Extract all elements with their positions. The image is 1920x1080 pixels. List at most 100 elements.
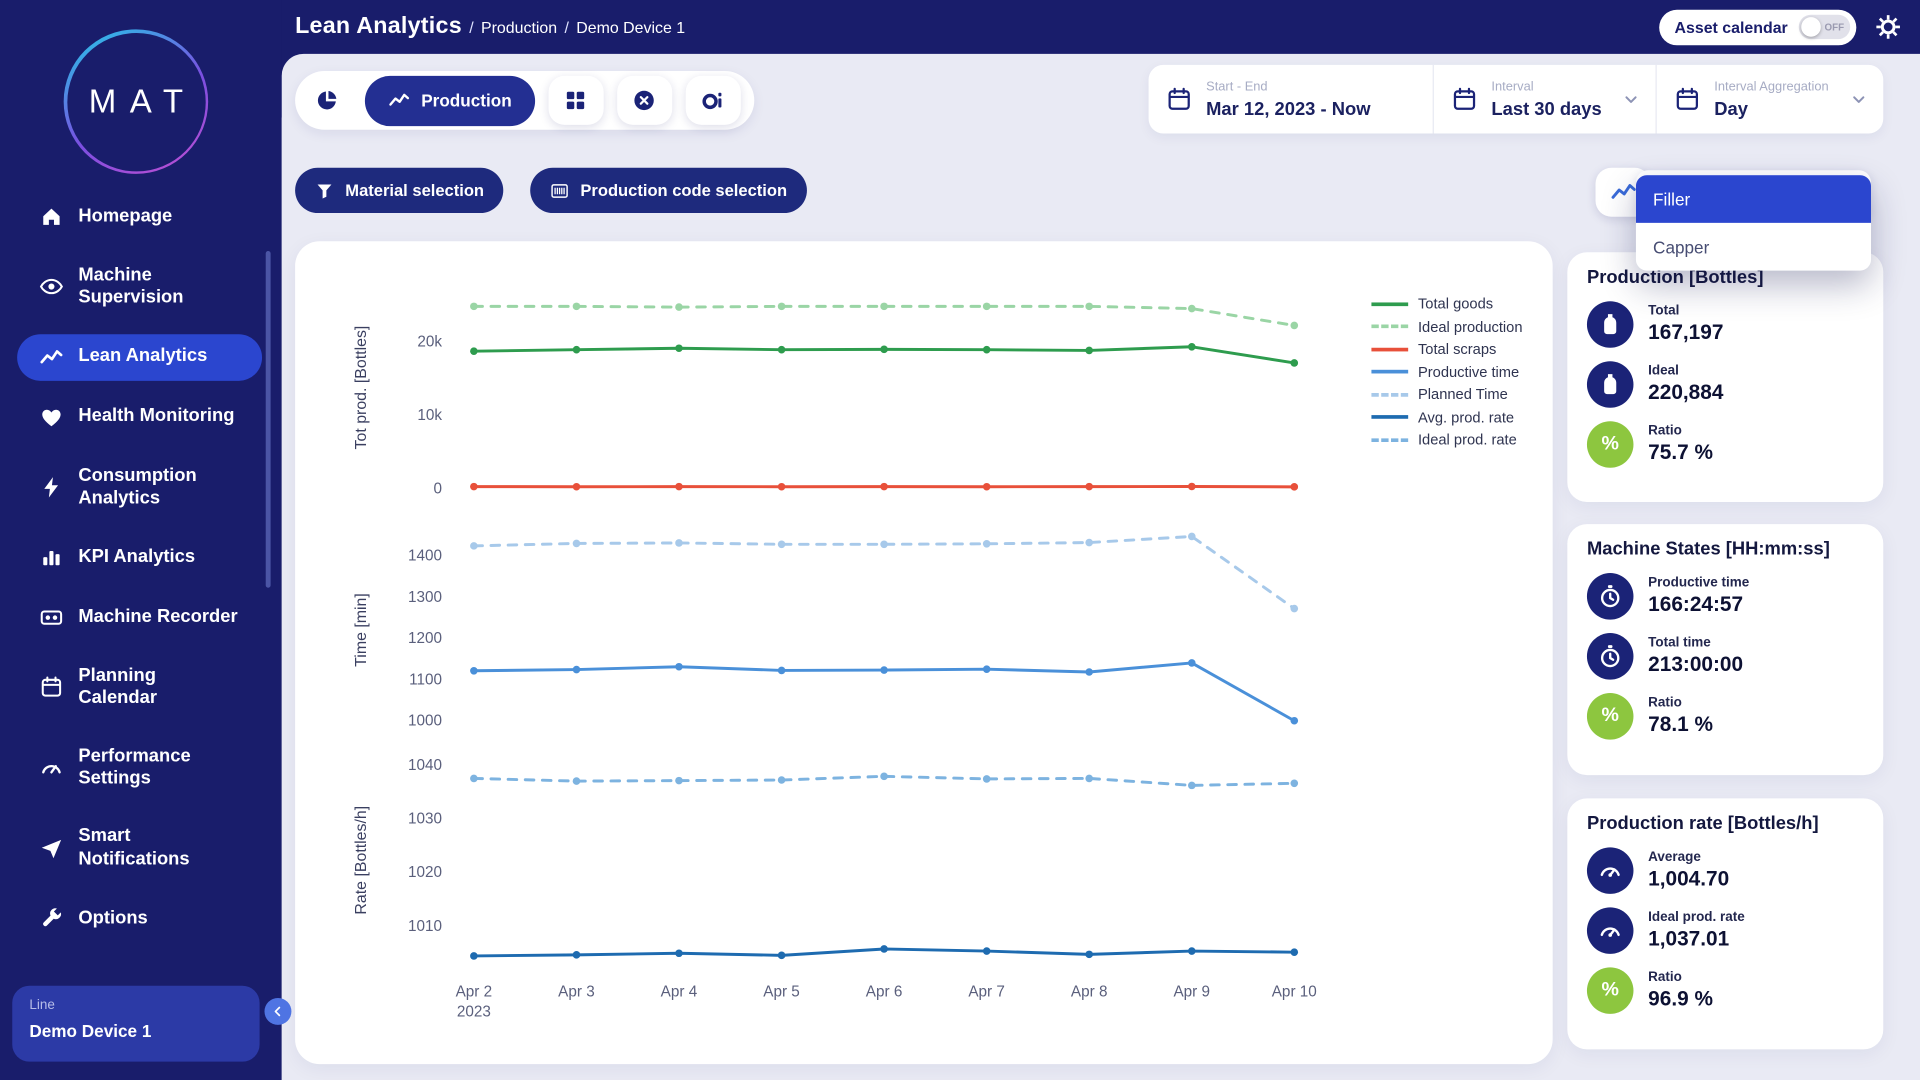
data-point-total-scraps — [470, 483, 478, 491]
sidebar-collapse-button[interactable] — [264, 998, 291, 1025]
aggregation-select[interactable]: Interval Aggregation Day — [1656, 65, 1884, 134]
data-point-planned-time — [675, 539, 683, 547]
breadcrumb-segment-production[interactable]: Production — [481, 18, 557, 36]
date-controls: Start - End Mar 12, 2023 - Now Interval … — [1149, 65, 1884, 134]
tick: 1030 — [408, 811, 442, 828]
grid-view-button[interactable] — [548, 76, 603, 125]
stat-row-ratio: %Ratio75.7 % — [1587, 421, 1864, 468]
dropdown-option-capper[interactable]: Capper — [1636, 223, 1871, 271]
dropdown-option-filler[interactable]: Filler — [1636, 175, 1871, 223]
data-point-total-goods — [1188, 343, 1196, 351]
data-point-total-scraps — [778, 483, 786, 491]
data-point-ideal-production — [1188, 305, 1196, 313]
legend-item-total-scraps: Total scraps — [1371, 340, 1522, 357]
production-tab-button[interactable]: Production — [365, 75, 535, 125]
sidebar-item-health-monitoring[interactable]: Health Monitoring — [17, 394, 262, 441]
sidebar-item-options[interactable]: Options — [17, 895, 262, 942]
sidebar-item-planning-calendar[interactable]: Planning Calendar — [17, 654, 262, 721]
start-end-picker[interactable]: Start - End Mar 12, 2023 - Now — [1149, 65, 1433, 134]
gear-icon — [1875, 13, 1902, 40]
stat-text: Total 167,197 — [1648, 304, 1723, 346]
xtick: Apr 4 — [661, 984, 698, 1001]
sidebar-item-label: Homepage — [78, 206, 172, 228]
data-point-total-scraps — [675, 483, 683, 491]
pie-chart-button[interactable] — [302, 76, 351, 125]
percent-glyph: % — [1601, 705, 1618, 727]
material-selection-label: Material selection — [345, 181, 484, 199]
interval-select[interactable]: Interval Last 30 days — [1433, 65, 1656, 134]
chartline-icon — [24, 345, 78, 369]
sidebar-item-kpi-analytics[interactable]: KPI Analytics — [17, 534, 262, 581]
tick: 1010 — [408, 918, 442, 935]
asset-calendar-switch[interactable]: OFF — [1799, 15, 1850, 39]
calendar-icon — [1166, 86, 1193, 113]
close-circle-button[interactable] — [617, 76, 672, 125]
legend-swatch — [1371, 438, 1408, 442]
data-point-total-scraps — [1085, 483, 1093, 491]
line-chart-icon — [388, 89, 410, 111]
stat-value: 213:00:00 — [1648, 653, 1743, 677]
xtick: Apr 7 — [968, 984, 1005, 1001]
asset-calendar-toggle[interactable]: Asset calendar OFF — [1659, 9, 1857, 45]
data-point-productive-time — [778, 667, 786, 675]
axis-title: Time [min] — [353, 593, 370, 667]
data-point-productive-time — [1085, 668, 1093, 676]
data-point-ideal-production — [470, 303, 478, 311]
data-point-ideal-production — [983, 303, 991, 311]
legend-label: Planned Time — [1418, 386, 1508, 403]
breadcrumb-segment-demo-device-1[interactable]: Demo Device 1 — [576, 18, 685, 36]
stat-value: 75.7 % — [1648, 441, 1713, 465]
data-point-total-scraps — [573, 483, 581, 491]
legend-label: Ideal prod. rate — [1418, 431, 1517, 448]
stats-panel-machine-states-hh-mm-ss: Machine States [HH:mm:ss]Productive time… — [1567, 524, 1883, 775]
stat-row-ideal: Ideal220,884 — [1587, 361, 1864, 408]
stat-text: Ideal prod. rate1,037.01 — [1648, 910, 1745, 952]
sidebar-scrollbar[interactable] — [266, 251, 271, 588]
data-point-planned-time — [470, 542, 478, 550]
page-title[interactable]: Lean Analytics — [295, 13, 462, 40]
sidebar-item-performance-settings[interactable]: Performance Settings — [17, 734, 262, 801]
data-point-ideal-production — [778, 303, 786, 311]
sidebar-item-homepage[interactable]: Homepage — [17, 193, 262, 240]
sidebar-item-lean-analytics[interactable]: Lean Analytics — [17, 334, 262, 381]
sidebar-item-smart-notifications[interactable]: Smart Notifications — [17, 815, 262, 882]
stat-text: Ratio78.1 % — [1648, 696, 1713, 738]
home-icon — [24, 204, 78, 228]
sidebar-item-machine-recorder[interactable]: Machine Recorder — [17, 594, 262, 641]
legend-item-ideal-prod-rate: Ideal prod. rate — [1371, 431, 1522, 448]
sidebar-item-consumption-analytics[interactable]: Consumption Analytics — [17, 454, 262, 521]
percent-icon: % — [1587, 693, 1634, 740]
chart-type-toolbar: Production — [295, 71, 754, 130]
data-point-total-scraps — [983, 483, 991, 491]
production-code-selection-button[interactable]: Production code selection — [530, 168, 806, 213]
stat-label: Total — [1648, 304, 1723, 319]
wrench-icon — [24, 906, 78, 930]
app-root: Lean Analytics /Production/Demo Device 1… — [0, 0, 1920, 1080]
xtick: 2023 — [457, 1003, 491, 1020]
sidebar-item-machine-supervision[interactable]: Machine Supervision — [17, 253, 262, 320]
breadcrumb-separator: / — [469, 18, 473, 36]
stat-value: 78.1 % — [1648, 713, 1713, 737]
stat-row-total: Total 167,197 — [1587, 301, 1864, 348]
stat-row-average: Average1,004.70 — [1587, 847, 1864, 894]
mixed-chart-button[interactable] — [686, 76, 741, 125]
data-point-productive-time — [573, 666, 581, 674]
axis-title: Rate [Bottles/h] — [353, 806, 370, 915]
material-selection-button[interactable]: Material selection — [295, 168, 504, 213]
sidebar-nav: Homepage Machine Supervision Lean Analytic… — [0, 193, 272, 941]
breadcrumb: Lean Analytics /Production/Demo Device 1 — [295, 13, 685, 40]
main-content: Production Start - End Mar 12, 2023 - No… — [282, 54, 1920, 1080]
device-selector[interactable]: Line Demo Device 1 — [12, 986, 259, 1062]
data-point-avg-prod-rate — [1290, 948, 1298, 956]
tick: 1400 — [408, 548, 442, 565]
sidebar-item-label: Performance Settings — [78, 745, 190, 790]
stat-text: Ratio96.9 % — [1648, 970, 1713, 1012]
legend-label: Ideal production — [1418, 318, 1523, 335]
sidebar-item-label: Consumption Analytics — [78, 465, 196, 510]
stat-value: 167,197 — [1648, 321, 1723, 345]
sidebar-item-label: Options — [78, 907, 147, 929]
data-point-ideal-prod-rate — [675, 777, 683, 785]
settings-gear-icon[interactable] — [1875, 13, 1903, 41]
data-point-ideal-prod-rate — [983, 775, 991, 783]
brand-logo: MAT — [64, 29, 208, 173]
